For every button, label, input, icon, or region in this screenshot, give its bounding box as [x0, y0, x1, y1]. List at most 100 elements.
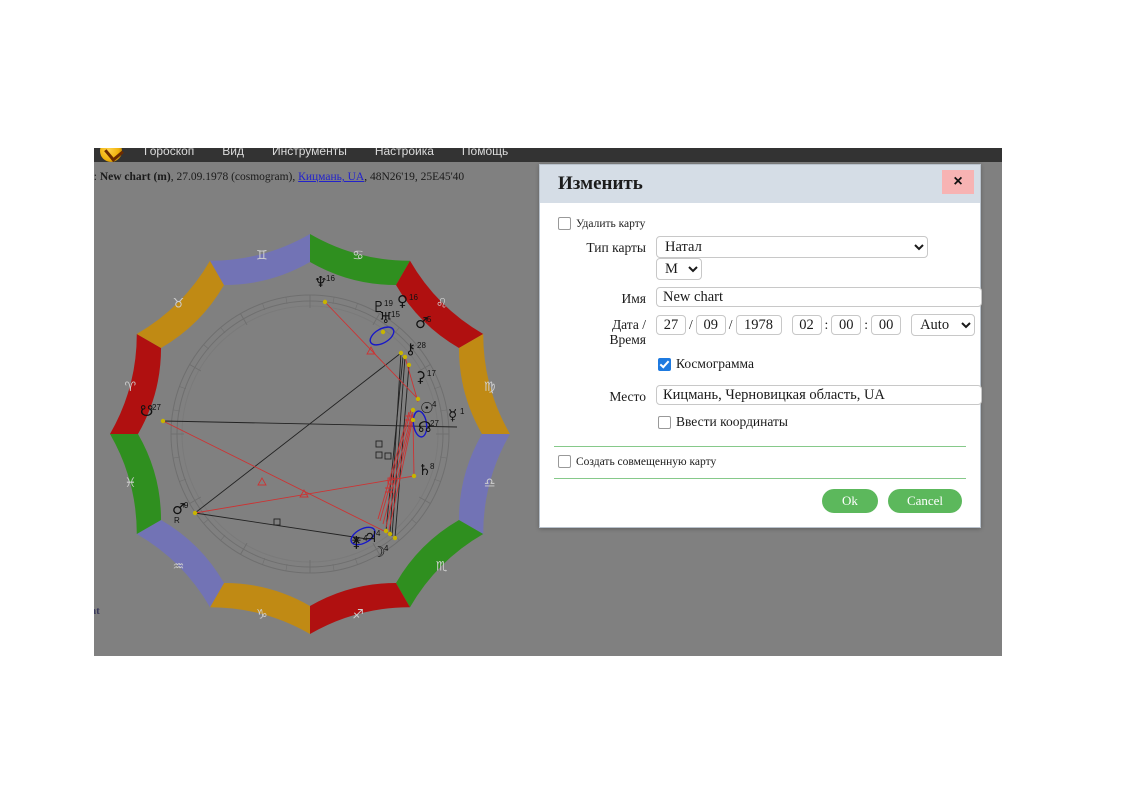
- planet-label-mars-outer[interactable]: ♂5: [415, 314, 432, 332]
- planet-point: [406, 362, 412, 368]
- planet-point: [410, 417, 416, 423]
- planet-label-chiron[interactable]: ⚷ 28: [405, 340, 426, 358]
- planet-point: [322, 299, 328, 305]
- name-fields: [656, 287, 982, 307]
- menu-item-tools[interactable]: Инструменты: [258, 148, 361, 158]
- enter-coords-checkbox[interactable]: [658, 415, 671, 429]
- planet-degree: 4: [363, 534, 368, 543]
- chart-type-fields: Натал M: [656, 236, 966, 280]
- planet-degree: 17: [427, 369, 436, 378]
- cancel-button[interactable]: Cancel: [888, 489, 962, 513]
- zodiac-glyph-gemini: ♊: [256, 248, 268, 263]
- combined-chart-row[interactable]: Создать совмещенную карту: [558, 455, 966, 468]
- day-input[interactable]: [656, 315, 686, 335]
- planet-label-juno[interactable]: ⚵ 4: [351, 533, 368, 551]
- chart-type-select[interactable]: Натал: [656, 236, 928, 258]
- degree-tick: [189, 496, 202, 504]
- chart-info-header: л: New chart (m), 27.09.1978 (cosmogram)…: [94, 171, 464, 183]
- place-fields: [656, 385, 982, 405]
- close-icon[interactable]: ×: [942, 170, 974, 194]
- menu-bar-inner: Гороскоп Вид Инструменты Настройка Помощ…: [94, 148, 522, 162]
- place-label: Место: [609, 389, 646, 404]
- planet-degree: 8: [430, 462, 435, 471]
- enter-coords-fields: Ввести координаты: [656, 412, 966, 436]
- degree-tick-group: [171, 295, 449, 573]
- delete-chart-row[interactable]: Удалить карту: [558, 217, 966, 230]
- datetime-fields: / / : : Auto: [656, 314, 976, 336]
- gender-select[interactable]: M: [656, 258, 702, 280]
- planet-degree: 4: [432, 400, 437, 409]
- place-input[interactable]: [656, 385, 982, 405]
- zodiac-glyph-libra: ♎: [484, 476, 496, 491]
- hour-input[interactable]: [791, 315, 822, 335]
- ok-button[interactable]: Ok: [822, 489, 878, 513]
- planet-glyph: ⚳: [415, 368, 426, 386]
- planet-point: [387, 531, 393, 537]
- planet-point-group: [160, 299, 421, 541]
- chart-type-row: Тип карты Натал M: [554, 236, 966, 280]
- cosmogram-checkbox[interactable]: [658, 357, 671, 371]
- zodiac-ring: [110, 234, 510, 634]
- planet-label-neptune[interactable]: ♆16: [314, 273, 335, 291]
- degree-tick: [203, 518, 210, 524]
- cosmogram-check-row[interactable]: Космограмма: [658, 356, 966, 372]
- planet-label-sun[interactable]: ☉4: [420, 399, 437, 417]
- zodiac-glyph-leo: ♌: [436, 296, 448, 311]
- degree-tick: [240, 542, 248, 555]
- delete-chart-checkbox[interactable]: [558, 217, 571, 230]
- planet-point: [192, 510, 198, 516]
- planet-degree: 9: [184, 501, 189, 510]
- time-separator-1: :: [824, 317, 829, 332]
- planet-degree: 16: [326, 274, 335, 283]
- datetime-label: Дата / Время: [554, 314, 656, 347]
- cosmogram-row: Космограмма: [554, 354, 966, 378]
- planet-point: [398, 350, 404, 356]
- planet-degree: 27: [430, 419, 439, 428]
- degree-tick: [189, 364, 202, 372]
- chart-header-date: , 27.09.1978 (cosmogram),: [170, 171, 299, 183]
- timezone-select[interactable]: Auto: [911, 314, 976, 336]
- menu-item-horoscope[interactable]: Гороскоп: [130, 148, 208, 158]
- zodiac-glyph-capricorn: ♑: [256, 608, 268, 623]
- planet-degree: 19: [384, 299, 393, 308]
- planet-label-moon[interactable]: ☽4: [372, 543, 389, 561]
- planet-label-north-node[interactable]: ☊27: [418, 418, 439, 436]
- menu-item-settings[interactable]: Настройка: [361, 148, 448, 158]
- zodiac-glyph-virgo: ♍: [484, 380, 496, 395]
- planet-degree: 28: [417, 341, 426, 350]
- planet-degree: 4: [384, 544, 389, 553]
- cosmogram-spacer: [554, 354, 656, 357]
- planet-label-mars[interactable]: ♂9R: [172, 500, 189, 525]
- degree-tick: [220, 534, 226, 541]
- name-input[interactable]: [656, 287, 982, 307]
- minute-input[interactable]: [831, 315, 862, 335]
- combined-chart-label: Создать совмещенную карту: [576, 455, 717, 468]
- degree-tick: [410, 518, 417, 524]
- zodiac-glyph-taurus: ♉: [173, 296, 185, 311]
- year-input[interactable]: [735, 315, 782, 335]
- month-input[interactable]: [695, 315, 726, 335]
- planet-label-saturn[interactable]: ♄8: [418, 461, 435, 479]
- planet-point: [410, 407, 416, 413]
- planet-label-mercury[interactable]: ☿ 1: [448, 406, 465, 424]
- combined-chart-checkbox[interactable]: [558, 455, 571, 468]
- degree-tick: [394, 327, 400, 334]
- second-input[interactable]: [871, 315, 902, 335]
- chart-header-prefix: л:: [94, 171, 97, 183]
- planet-label-south-node[interactable]: ☋27: [140, 402, 161, 420]
- divider-bottom: [554, 478, 966, 479]
- enter-coords-check-row[interactable]: Ввести координаты: [658, 414, 966, 430]
- chart-header-place-link[interactable]: Кицмань, UA: [298, 171, 364, 183]
- dialog-action-bar: Ok Cancel: [554, 487, 966, 517]
- delete-chart-label: Удалить карту: [576, 217, 646, 230]
- planet-label-uranus[interactable]: ♅15: [379, 309, 400, 327]
- planet-degree: 27: [152, 403, 161, 412]
- chart-header-name: New chart (m): [99, 171, 171, 183]
- menu-item-help[interactable]: Помощь: [448, 148, 522, 158]
- zodiac-glyph-sagittarius: ♐: [352, 608, 364, 623]
- menu-item-view[interactable]: Вид: [208, 148, 258, 158]
- date-separator-2: /: [728, 317, 733, 332]
- natal-chart-wheel[interactable]: ♈ ♉ ♊ ♋ ♌ ♍ ♎ ♏ ♐ ♑ ♒ ♓ ♆ 16 ♀ 16 ♇ 19 ♅…: [100, 224, 520, 644]
- planet-glyph: ♀: [397, 292, 408, 310]
- planet-point: [160, 418, 166, 424]
